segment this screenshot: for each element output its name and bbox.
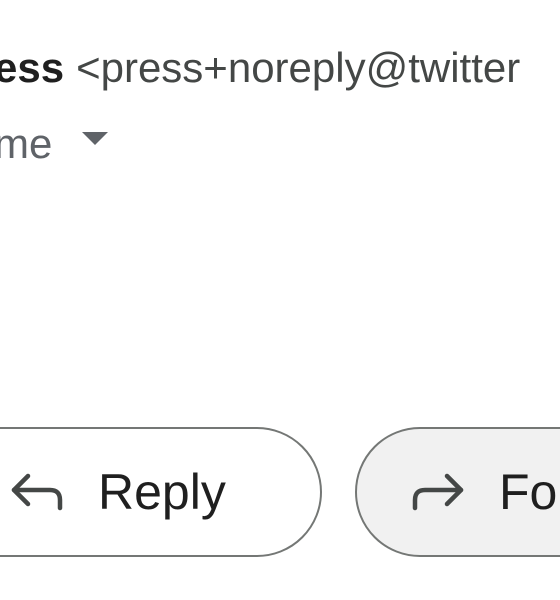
reply-label: Reply [98, 464, 226, 520]
forward-button[interactable]: Fo [355, 427, 560, 557]
sender-name: ess [0, 44, 65, 91]
forward-arrow-icon [409, 467, 465, 517]
sender-header: ess <press+noreply@twitter [0, 40, 520, 96]
recipient-details-toggle[interactable]: me [0, 116, 109, 172]
email-view: ess <press+noreply@twitter me Reply Fo [0, 0, 560, 600]
reply-arrow-icon [10, 467, 66, 517]
forward-label: Fo [499, 464, 558, 520]
caret-down-icon[interactable] [82, 131, 109, 145]
sender-email: <press+noreply@twitter [76, 44, 521, 91]
recipient-label: me [0, 120, 53, 167]
reply-button[interactable]: Reply [0, 427, 322, 557]
